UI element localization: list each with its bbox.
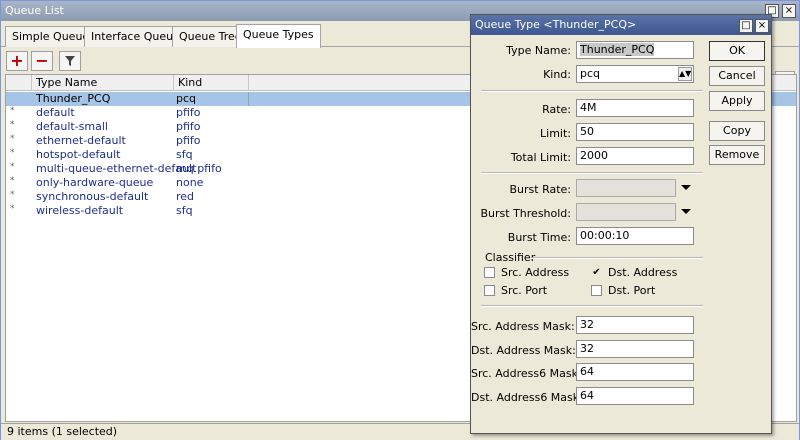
src-address6-mask-field[interactable]: 64 <box>576 363 694 381</box>
remove-button[interactable]: − <box>31 51 53 71</box>
dialog-restore-button[interactable]: □ <box>739 19 753 33</box>
dst-port-checkbox[interactable] <box>591 285 602 296</box>
default-marker: * <box>10 190 15 200</box>
header-kind[interactable]: Kind <box>174 75 249 91</box>
dst-address-checkbox[interactable]: ✔ <box>591 267 602 278</box>
type-name-cell: Thunder_PCQ <box>36 92 111 105</box>
type-name-label: Type Name: <box>506 44 571 57</box>
dst-address-mask-label: Dst. Address Mask: <box>471 344 576 357</box>
type-name-cell: ethernet-default <box>36 134 126 147</box>
type-name-cell: wireless-default <box>36 204 124 217</box>
type-name-cell: default-small <box>36 120 108 133</box>
type-name-field[interactable]: Thunder_PCQ <box>576 41 694 59</box>
dst-address6-mask-field[interactable]: 64 <box>576 387 694 405</box>
kind-cell: pcq <box>176 92 197 105</box>
burst-time-field[interactable]: 00:00:10 <box>576 227 694 245</box>
tab-queue-types[interactable]: Queue Types <box>236 24 321 48</box>
dst-address6-mask-label: Dst. Address6 Mask: <box>471 391 583 404</box>
separator <box>481 90 703 92</box>
filter-button[interactable] <box>59 51 81 71</box>
kind-select[interactable]: pcq ▲▼ <box>576 65 694 83</box>
default-marker: * <box>10 106 15 116</box>
burst-threshold-dropdown-icon[interactable] <box>681 209 691 214</box>
burst-threshold-field[interactable] <box>576 203 676 221</box>
type-name-cell: only-hardware-queue <box>36 176 154 189</box>
cancel-button[interactable]: Cancel <box>709 66 765 86</box>
header-type-name[interactable]: Type Name <box>32 75 174 91</box>
burst-threshold-label: Burst Threshold: <box>480 207 572 220</box>
separator <box>481 172 703 174</box>
separator <box>531 257 703 259</box>
default-marker: * <box>10 176 15 186</box>
default-marker: * <box>10 148 15 158</box>
classifier-label: Classifier <box>485 251 536 264</box>
copy-button[interactable]: Copy <box>709 121 765 141</box>
burst-rate-field[interactable] <box>576 179 676 197</box>
dialog-title: Queue Type <Thunder_PCQ> <box>471 15 771 35</box>
burst-rate-dropdown-icon[interactable] <box>681 185 691 190</box>
kind-cell: red <box>176 190 195 203</box>
src-address-checkbox[interactable] <box>484 267 495 278</box>
kind-cell: pfifo <box>176 106 201 119</box>
dst-address-mask-field[interactable]: 32 <box>576 340 694 358</box>
ok-button[interactable]: OK <box>709 41 765 61</box>
src-port-label: Src. Port <box>501 284 548 297</box>
kind-cell: pfifo <box>176 120 201 133</box>
limit-label: Limit: <box>540 127 571 140</box>
default-marker: * <box>10 204 15 214</box>
add-button[interactable]: + <box>6 51 28 71</box>
rate-field[interactable]: 4M <box>576 99 694 117</box>
burst-rate-label: Burst Rate: <box>509 183 571 196</box>
type-name-cell: synchronous-default <box>36 190 149 203</box>
dialog-close-button[interactable]: × <box>755 19 769 33</box>
src-address-mask-label: Src. Address Mask: <box>471 320 575 333</box>
type-name-cell: hotspot-default <box>36 148 121 161</box>
type-name-cell: multi-queue-ethernet-default <box>36 162 197 175</box>
remove-button-dialog[interactable]: Remove <box>709 145 765 165</box>
type-name-value: Thunder_PCQ <box>580 43 655 56</box>
kind-label: Kind: <box>543 68 571 81</box>
total-limit-label: Total Limit: <box>510 151 571 164</box>
src-address-mask-field[interactable]: 32 <box>576 316 694 334</box>
kind-value: pcq <box>580 67 601 80</box>
default-marker: * <box>10 120 15 130</box>
check-icon: ✔ <box>592 267 601 278</box>
filter-icon <box>65 56 75 66</box>
src-port-checkbox[interactable] <box>484 285 495 296</box>
apply-button[interactable]: Apply <box>709 91 765 111</box>
kind-cell: pfifo <box>176 134 201 147</box>
src-address-label: Src. Address <box>501 266 570 279</box>
kind-cell: mq pfifo <box>176 162 222 175</box>
burst-time-label: Burst Time: <box>507 231 571 244</box>
rate-label: Rate: <box>542 103 571 116</box>
dst-address-label: Dst. Address <box>608 266 678 279</box>
type-name-cell: default <box>36 106 75 119</box>
queue-type-dialog: Queue Type <Thunder_PCQ> □ × OK Cancel A… <box>470 14 772 434</box>
separator <box>481 305 703 307</box>
kind-cell: none <box>176 176 204 189</box>
kind-cell: sfq <box>176 204 193 217</box>
default-marker: * <box>10 134 15 144</box>
src-address6-mask-label: Src. Address6 Mask: <box>471 367 582 380</box>
close-button[interactable]: × <box>782 4 796 18</box>
dst-port-label: Dst. Port <box>608 284 656 297</box>
default-marker: * <box>10 162 15 172</box>
kind-dropdown-icon[interactable]: ▲▼ <box>678 67 692 81</box>
limit-field[interactable]: 50 <box>576 123 694 141</box>
kind-cell: sfq <box>176 148 193 161</box>
total-limit-field[interactable]: 2000 <box>576 147 694 165</box>
header-mark <box>6 75 32 91</box>
